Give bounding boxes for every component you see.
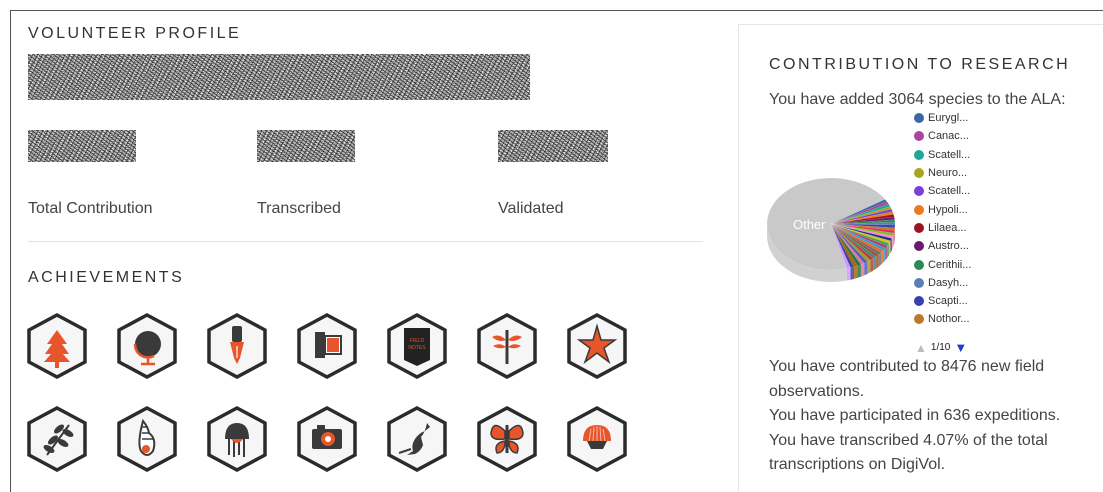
legend-swatch <box>914 131 924 142</box>
svg-text:NOTES: NOTES <box>408 345 426 351</box>
transcriptions-text: You have transcribed 4.07% of the total … <box>769 431 1048 474</box>
scallop-shell-icon[interactable] <box>565 405 629 473</box>
field-notes-icon[interactable]: FIELD NOTES <box>385 312 449 380</box>
pie-slice-side <box>860 263 865 277</box>
legend-label: Scapti... <box>928 295 968 308</box>
redacted-total-value <box>28 130 136 162</box>
stat-transcribed: Transcribed <box>257 130 355 217</box>
pie-slice-side <box>870 258 874 273</box>
legend-label: Eurygl... <box>928 112 969 125</box>
legend-swatch <box>914 277 924 288</box>
pager-up-arrow[interactable]: ▲ <box>915 341 927 355</box>
pie-slice-side <box>864 261 868 276</box>
legend-label: Austro... <box>928 240 969 253</box>
pen-nib-icon[interactable] <box>205 312 269 380</box>
research-title: CONTRIBUTION TO RESEARCH <box>769 56 1071 73</box>
legend-item[interactable]: Cerithii... <box>914 255 971 273</box>
redacted-validated-value <box>498 130 608 162</box>
legend-label: Nothor... <box>928 313 970 326</box>
legend-label: Hypoli... <box>928 203 968 216</box>
legend-item[interactable]: Canac... <box>914 127 971 145</box>
legend-item[interactable]: Lilaea... <box>914 219 971 237</box>
pie-slice-side <box>854 265 858 279</box>
legend-pager: ▲ 1/10 ▼ <box>915 340 967 355</box>
legend-label: Neuro... <box>928 167 968 180</box>
legend-item[interactable]: Dasyh... <box>914 274 971 292</box>
pager-down-arrow[interactable]: ▼ <box>954 340 967 355</box>
redacted-transcribed-value <box>257 130 355 162</box>
legend-label: Scatell... <box>928 148 971 161</box>
camera-icon[interactable] <box>295 405 359 473</box>
legend-item[interactable]: Nothor... <box>914 310 971 328</box>
legend-swatch <box>914 259 924 270</box>
legend-swatch <box>914 222 924 233</box>
pie-slice-side <box>876 254 879 269</box>
jellyfish-icon[interactable] <box>205 405 269 473</box>
svg-text:FIELD: FIELD <box>410 338 425 344</box>
legend-item[interactable]: Austro... <box>914 237 971 255</box>
pie-slice-side <box>857 264 861 278</box>
pie-slice-side <box>867 260 871 274</box>
legend-item[interactable]: Hypoli... <box>914 200 971 218</box>
legend-label: Cerithii... <box>928 258 972 271</box>
redacted-volunteer-name <box>28 54 530 100</box>
achievements-title: ACHIEVEMENTS <box>28 269 185 286</box>
stat-total-contribution: Total Contribution <box>28 130 153 217</box>
butterfly-icon[interactable] <box>475 405 539 473</box>
research-stats: You have contributed to 8476 new field o… <box>769 355 1089 478</box>
legend-swatch <box>914 241 924 252</box>
legend-label: Canac... <box>928 130 969 143</box>
legend-item[interactable]: Scapti... <box>914 292 971 310</box>
stat-label: Total Contribution <box>28 200 153 217</box>
species-count-text: You have added 3064 species to the ALA: <box>769 91 1066 108</box>
legend-swatch <box>914 168 924 179</box>
pie-slice-side <box>846 267 851 281</box>
pie-slice-side <box>850 266 855 280</box>
research-panel: CONTRIBUTION TO RESEARCH You have added … <box>738 24 1103 492</box>
dragonfly-icon[interactable] <box>475 312 539 380</box>
legend-label: Scatell... <box>928 185 971 198</box>
legend-item[interactable]: Neuro... <box>914 164 971 182</box>
legend-item[interactable]: Eurygl... <box>914 109 971 127</box>
pie-legend: Eurygl... Canac... Scatell... Neuro... Scate… <box>914 109 971 329</box>
tree-icon[interactable] <box>25 312 89 380</box>
pie-slice-side <box>873 256 877 271</box>
legend-item[interactable]: Scatell... <box>914 182 971 200</box>
legend-item[interactable]: Scatell... <box>914 146 971 164</box>
film-roll-icon[interactable] <box>295 312 359 380</box>
stat-label: Transcribed <box>257 200 341 217</box>
volunteer-profile-title: VOLUNTEER PROFILE <box>28 25 242 42</box>
globe-icon[interactable] <box>115 312 179 380</box>
profile-panel: VOLUNTEER PROFILE Total Contribution Tra… <box>25 0 703 492</box>
legend-swatch <box>914 186 924 197</box>
kangaroo-icon[interactable] <box>385 405 449 473</box>
legend-swatch <box>914 204 924 215</box>
pager-position: 1/10 <box>930 342 951 353</box>
legend-label: Dasyh... <box>928 276 969 289</box>
pie-slice-side <box>878 252 882 267</box>
stat-label: Validated <box>498 200 564 217</box>
field-observations-text: You have contributed to 8476 new field o… <box>769 358 1045 400</box>
stat-validated: Validated <box>498 130 608 217</box>
pie-other-label: Other <box>793 217 826 232</box>
expeditions-text: You have participated in 636 expeditions… <box>769 407 1061 424</box>
seashell-icon[interactable] <box>115 405 179 473</box>
divider <box>28 241 703 242</box>
legend-swatch <box>914 149 924 160</box>
species-pie-chart[interactable]: Other <box>767 168 907 298</box>
starfish-icon[interactable] <box>565 312 629 380</box>
legend-swatch <box>914 296 924 307</box>
legend-swatch <box>914 314 924 325</box>
pie-slice-side <box>881 250 884 265</box>
legend-label: Lilaea... <box>928 221 967 234</box>
leaf-branch-icon[interactable] <box>25 405 89 473</box>
legend-swatch <box>914 113 924 124</box>
